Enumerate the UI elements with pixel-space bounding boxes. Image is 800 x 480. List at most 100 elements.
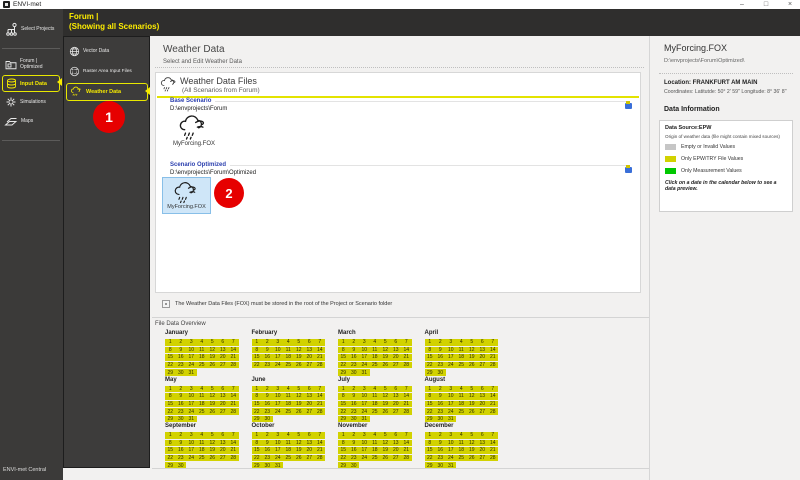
calendar-day[interactable]: 28 bbox=[228, 408, 239, 415]
calendar-day[interactable]: 22 bbox=[338, 454, 349, 462]
calendar-day[interactable]: 27 bbox=[390, 361, 401, 369]
sidebar-item-simulations[interactable]: Simulations bbox=[0, 95, 68, 109]
calendar-day[interactable]: 28 bbox=[314, 408, 325, 415]
calendar-day[interactable]: 30 bbox=[348, 415, 359, 423]
calendar-day[interactable]: 4 bbox=[283, 385, 294, 393]
calendar-day[interactable]: 7 bbox=[487, 385, 498, 393]
calendar-day[interactable]: 18 bbox=[283, 354, 294, 361]
calendar-day[interactable]: 22 bbox=[165, 408, 176, 415]
calendar-day[interactable]: 12 bbox=[466, 346, 477, 354]
calendar-day[interactable]: 24 bbox=[186, 454, 197, 462]
calendar-day[interactable]: 10 bbox=[272, 439, 283, 447]
calendar-day[interactable]: 4 bbox=[456, 339, 467, 346]
calendar-day[interactable]: 13 bbox=[304, 393, 315, 400]
calendar-day[interactable]: 28 bbox=[401, 454, 412, 462]
calendar-day[interactable]: 18 bbox=[369, 447, 380, 454]
calendar-day[interactable]: 11 bbox=[283, 439, 294, 447]
calendar-day[interactable]: 10 bbox=[445, 393, 456, 400]
calendar-day[interactable]: 13 bbox=[477, 439, 488, 447]
calendar-day[interactable]: 3 bbox=[359, 339, 370, 346]
calendar-day[interactable]: 12 bbox=[380, 393, 391, 400]
calendar-day[interactable]: 5 bbox=[380, 385, 391, 393]
calendar-day[interactable]: 19 bbox=[380, 447, 391, 454]
calendar-day[interactable]: 31 bbox=[186, 415, 197, 423]
calendar-day[interactable]: 26 bbox=[293, 454, 304, 462]
calendar-day[interactable]: 21 bbox=[228, 354, 239, 361]
calendar-day[interactable]: 26 bbox=[380, 361, 391, 369]
calendar-day[interactable]: 9 bbox=[435, 439, 446, 447]
calendar-day[interactable]: 22 bbox=[338, 408, 349, 415]
calendar-day[interactable]: 1 bbox=[424, 385, 435, 393]
calendar-day[interactable]: 25 bbox=[369, 408, 380, 415]
calendar-day[interactable]: 13 bbox=[217, 393, 228, 400]
calendar-day[interactable]: 5 bbox=[207, 432, 218, 439]
calendar-day[interactable]: 8 bbox=[165, 346, 176, 354]
calendar-day[interactable]: 7 bbox=[314, 385, 325, 393]
calendar-day[interactable]: 20 bbox=[390, 447, 401, 454]
calendar-day[interactable]: 9 bbox=[175, 393, 186, 400]
calendar-day[interactable]: 14 bbox=[314, 393, 325, 400]
calendar-day[interactable]: 25 bbox=[283, 408, 294, 415]
calendar-day[interactable]: 10 bbox=[445, 346, 456, 354]
calendar-day[interactable]: 13 bbox=[304, 439, 315, 447]
calendar-day[interactable]: 7 bbox=[401, 385, 412, 393]
calendar-day[interactable]: 8 bbox=[338, 393, 349, 400]
calendar-day[interactable]: 2 bbox=[348, 432, 359, 439]
calendar-day[interactable]: 30 bbox=[175, 369, 186, 376]
calendar-day[interactable]: 10 bbox=[359, 346, 370, 354]
calendar-day[interactable]: 22 bbox=[251, 408, 262, 415]
calendar-day[interactable]: 26 bbox=[207, 408, 218, 415]
calendar-day[interactable]: 11 bbox=[283, 346, 294, 354]
calendar-day[interactable]: 20 bbox=[390, 354, 401, 361]
calendar-day[interactable]: 16 bbox=[348, 354, 359, 361]
calendar-day[interactable]: 16 bbox=[175, 400, 186, 408]
calendar-day[interactable]: 9 bbox=[348, 393, 359, 400]
calendar-day[interactable]: 17 bbox=[272, 447, 283, 454]
calendar-day[interactable]: 12 bbox=[380, 346, 391, 354]
calendar-day[interactable]: 24 bbox=[445, 408, 456, 415]
calendar-day[interactable]: 20 bbox=[477, 447, 488, 454]
calendar-day[interactable]: 14 bbox=[487, 439, 498, 447]
calendar-day[interactable]: 4 bbox=[283, 432, 294, 439]
calendar-day[interactable]: 8 bbox=[251, 393, 262, 400]
calendar-day[interactable]: 9 bbox=[175, 439, 186, 447]
calendar-day[interactable]: 14 bbox=[228, 439, 239, 447]
calendar-day[interactable]: 23 bbox=[262, 361, 273, 369]
calendar-day[interactable]: 17 bbox=[186, 447, 197, 454]
calendar-day[interactable]: 25 bbox=[283, 361, 294, 369]
calendar-day[interactable]: 19 bbox=[466, 447, 477, 454]
calendar-day[interactable]: 16 bbox=[175, 447, 186, 454]
calendar-day[interactable]: 4 bbox=[283, 339, 294, 346]
calendar-day[interactable]: 28 bbox=[401, 408, 412, 415]
calendar-day[interactable]: 22 bbox=[165, 361, 176, 369]
calendar-day[interactable]: 28 bbox=[228, 361, 239, 369]
calendar-day[interactable]: 21 bbox=[228, 447, 239, 454]
calendar-day[interactable]: 7 bbox=[487, 339, 498, 346]
calendar-day[interactable]: 19 bbox=[380, 354, 391, 361]
calendar-day[interactable]: 26 bbox=[293, 361, 304, 369]
calendar-day[interactable]: 13 bbox=[477, 393, 488, 400]
calendar-day[interactable]: 3 bbox=[272, 432, 283, 439]
calendar-day[interactable]: 2 bbox=[348, 339, 359, 346]
calendar-day[interactable]: 26 bbox=[293, 408, 304, 415]
calendar-day[interactable]: 26 bbox=[466, 408, 477, 415]
calendar-day[interactable]: 4 bbox=[369, 385, 380, 393]
calendar-day[interactable]: 18 bbox=[456, 400, 467, 408]
calendar-day[interactable]: 17 bbox=[359, 354, 370, 361]
calendar-day[interactable]: 28 bbox=[314, 361, 325, 369]
calendar-day[interactable]: 16 bbox=[262, 447, 273, 454]
calendar-day[interactable]: 9 bbox=[348, 439, 359, 447]
calendar-day[interactable]: 18 bbox=[369, 400, 380, 408]
sidebar-item-vector-data[interactable]: Vector Data bbox=[69, 45, 109, 57]
calendar-day[interactable]: 9 bbox=[435, 346, 446, 354]
calendar-day[interactable]: 12 bbox=[466, 439, 477, 447]
calendar-day[interactable]: 29 bbox=[424, 369, 435, 376]
calendar-day[interactable]: 3 bbox=[186, 339, 197, 346]
calendar-day[interactable]: 15 bbox=[251, 354, 262, 361]
weather-file-item[interactable]: MyForcing.FOX bbox=[170, 115, 218, 147]
calendar-day[interactable]: 13 bbox=[390, 346, 401, 354]
calendar-day[interactable]: 15 bbox=[424, 354, 435, 361]
calendar-day[interactable]: 6 bbox=[304, 339, 315, 346]
calendar-day[interactable]: 3 bbox=[359, 432, 370, 439]
calendar-day[interactable]: 28 bbox=[314, 454, 325, 462]
